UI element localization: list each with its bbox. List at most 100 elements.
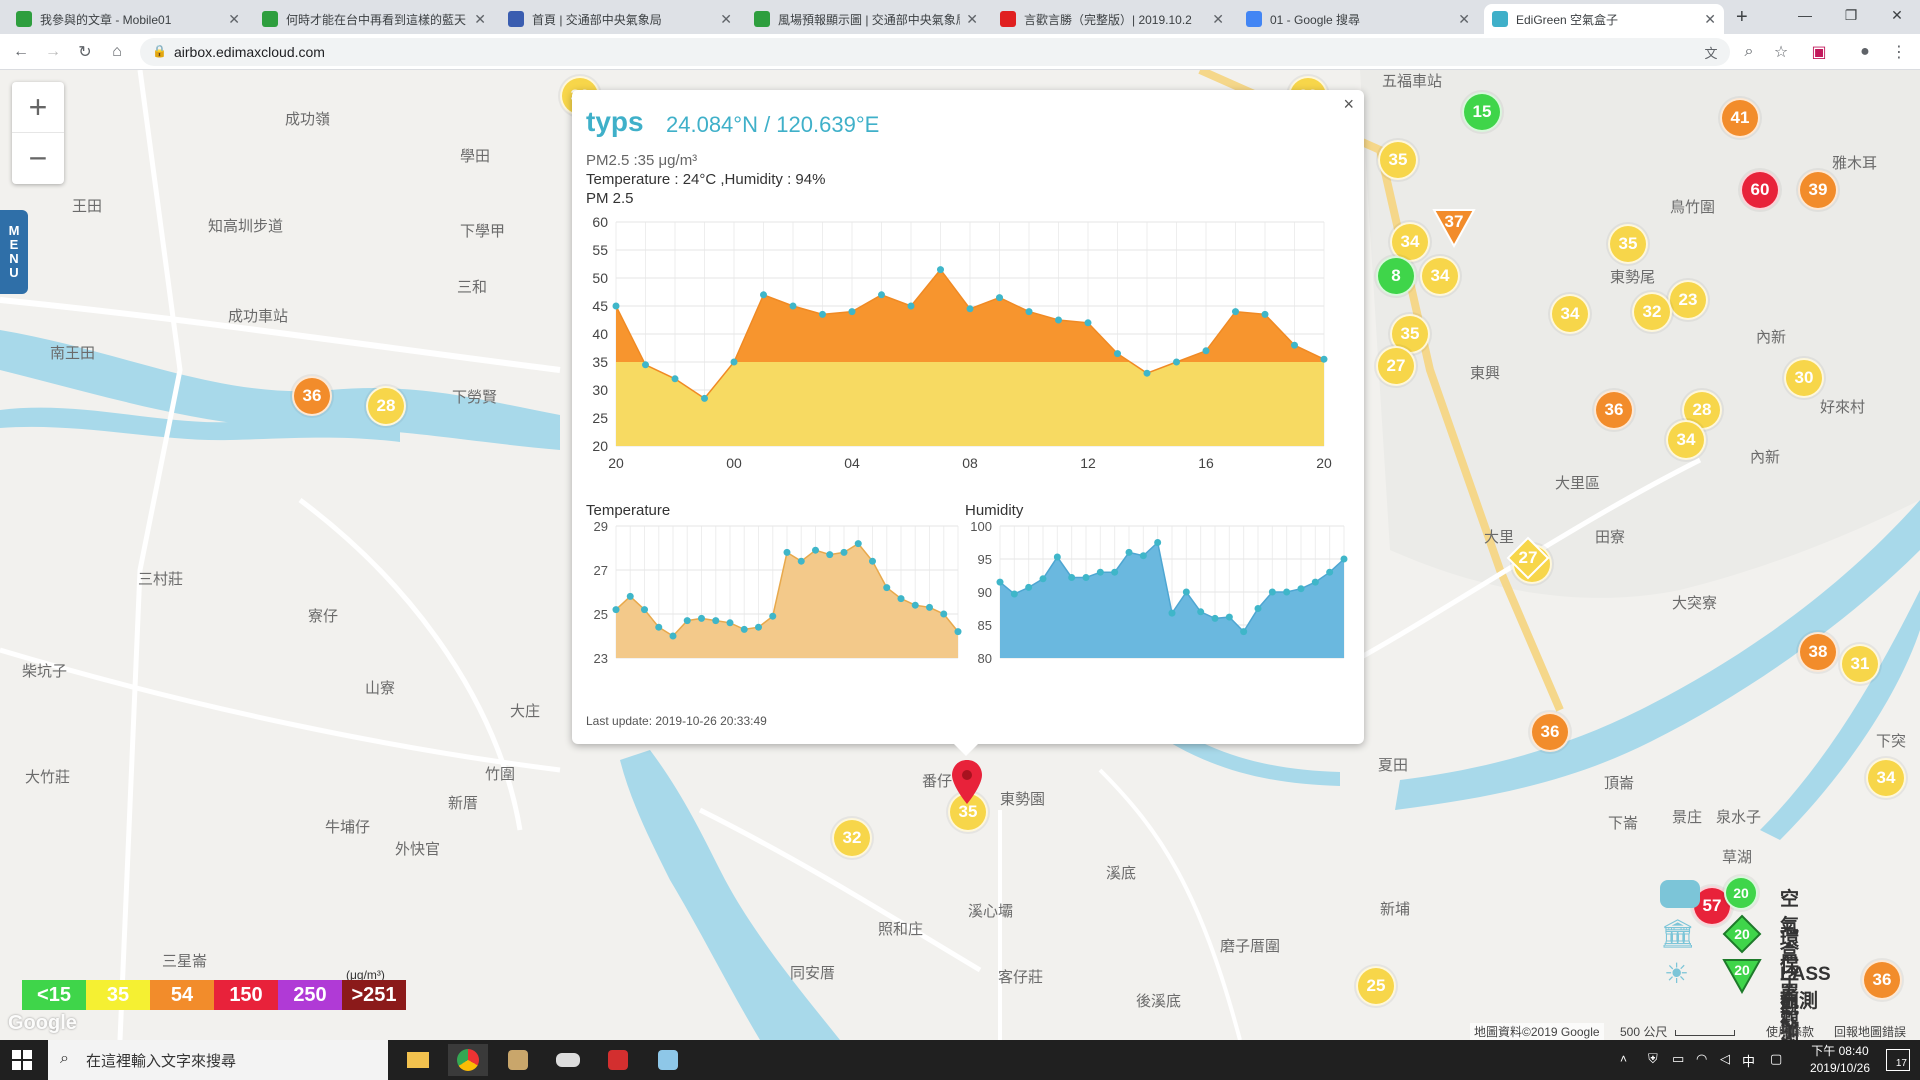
data-point[interactable] xyxy=(1254,605,1262,612)
more-menu-icon[interactable]: ⋮ xyxy=(1888,41,1910,63)
data-point[interactable] xyxy=(789,302,797,310)
airbox-marker[interactable]: 35 xyxy=(1608,224,1648,264)
zoom-icon[interactable]: ⌕ xyxy=(1738,41,1760,63)
data-point[interactable] xyxy=(683,617,691,625)
tab-close-icon[interactable]: ✕ xyxy=(1212,11,1224,28)
file-explorer-icon[interactable] xyxy=(398,1044,438,1076)
airbox-marker[interactable]: 25 xyxy=(1356,966,1396,1006)
airbox-marker[interactable]: 30 xyxy=(1784,358,1824,398)
data-point[interactable] xyxy=(712,617,720,625)
data-point[interactable] xyxy=(819,310,826,318)
data-point[interactable] xyxy=(1326,568,1334,576)
browser-tab[interactable]: 我參與的文章 - Mobile01 ✕ xyxy=(8,4,248,34)
browser-tab[interactable]: 何時才能在台中再看到這樣的藍天 ✕ xyxy=(254,4,494,34)
data-point[interactable] xyxy=(1154,539,1162,546)
tab-close-icon[interactable]: ✕ xyxy=(1704,11,1716,28)
taskbar-search-box[interactable]: ⌕ 在這裡輸入文字來搜尋 xyxy=(48,1040,388,1080)
tray-battery-icon[interactable]: ▭ xyxy=(1672,1051,1684,1067)
bookmark-star-icon[interactable]: ☆ xyxy=(1770,41,1792,63)
data-point[interactable] xyxy=(1211,614,1219,622)
data-point[interactable] xyxy=(669,632,677,640)
translate-icon[interactable]: 文 xyxy=(1700,41,1722,63)
tray-chevron-icon[interactable]: ˄ xyxy=(1620,1052,1627,1066)
data-point[interactable] xyxy=(730,358,738,366)
data-point[interactable] xyxy=(848,308,856,316)
airbox-marker[interactable]: 36 xyxy=(1862,960,1902,1000)
airbox-marker[interactable]: 32 xyxy=(832,818,872,858)
data-point[interactable] xyxy=(698,614,705,622)
data-point[interactable] xyxy=(760,291,767,299)
airbox-marker[interactable]: 34 xyxy=(1420,256,1460,296)
data-point[interactable] xyxy=(996,578,1004,586)
data-point[interactable] xyxy=(869,557,876,565)
map-area[interactable]: 成功嶺 學田 王田 知高圳步道 下學甲 成功車站 三和 南王田 下勞賢 三村莊 寮仔 柴坑子 山寮 大庄大… xyxy=(0,70,1920,1040)
data-point[interactable] xyxy=(1240,628,1248,636)
tray-shield-icon[interactable]: ⛨ xyxy=(1648,1051,1658,1067)
data-point[interactable] xyxy=(769,612,777,620)
data-point[interactable] xyxy=(954,628,962,636)
tab-close-icon[interactable]: ✕ xyxy=(474,11,486,28)
tab-close-icon[interactable]: ✕ xyxy=(720,11,732,28)
data-point[interactable] xyxy=(840,548,848,556)
browser-tab[interactable]: 01 - Google 搜尋 ✕ xyxy=(1238,4,1478,34)
reload-icon[interactable]: ↻ xyxy=(74,41,96,63)
home-icon[interactable]: ⌂ xyxy=(106,41,128,63)
data-point[interactable] xyxy=(1114,350,1121,358)
browser-tab[interactable]: EdiGreen 空氣盒子 ✕ xyxy=(1484,4,1724,34)
data-point[interactable] xyxy=(966,305,974,313)
data-point[interactable] xyxy=(1111,568,1119,576)
data-point[interactable] xyxy=(612,302,620,310)
data-point[interactable] xyxy=(883,584,891,592)
ime-indicator[interactable]: 中 xyxy=(1742,1051,1755,1070)
epa-diamond-marker[interactable]: 27 xyxy=(1506,536,1550,580)
data-point[interactable] xyxy=(1202,347,1210,355)
data-point[interactable] xyxy=(911,601,919,609)
app-icon-2[interactable] xyxy=(548,1044,588,1076)
data-point[interactable] xyxy=(641,606,648,614)
minimize-button[interactable]: — xyxy=(1782,0,1828,30)
data-point[interactable] xyxy=(1082,573,1090,581)
notification-center-icon[interactable]: 17 xyxy=(1886,1049,1910,1071)
data-point[interactable] xyxy=(1139,552,1147,560)
data-point[interactable] xyxy=(726,619,734,627)
data-point[interactable] xyxy=(671,375,679,383)
airbox-marker[interactable]: 60 xyxy=(1740,170,1780,210)
menu-button[interactable]: MENU xyxy=(0,210,28,294)
data-point[interactable] xyxy=(797,557,805,565)
data-point[interactable] xyxy=(1010,590,1018,598)
data-point[interactable] xyxy=(1068,573,1076,581)
data-point[interactable] xyxy=(1025,308,1033,316)
airbox-marker[interactable]: 27 xyxy=(1376,346,1416,386)
data-point[interactable] xyxy=(1055,316,1062,324)
data-point[interactable] xyxy=(642,361,649,369)
data-point[interactable] xyxy=(996,294,1003,302)
data-point[interactable] xyxy=(1283,588,1291,596)
data-point[interactable] xyxy=(1311,578,1319,586)
app-icon-1[interactable] xyxy=(498,1044,538,1076)
data-point[interactable] xyxy=(1025,583,1033,591)
terms-link[interactable]: 使用條款 xyxy=(1766,1023,1814,1040)
popup-close-button[interactable]: × xyxy=(1343,94,1354,115)
data-point[interactable] xyxy=(1084,319,1092,327)
data-point[interactable] xyxy=(1268,588,1276,596)
browser-tab[interactable]: 首頁 | 交通部中央氣象局 ✕ xyxy=(500,4,740,34)
data-point[interactable] xyxy=(937,266,944,274)
tray-wifi-icon[interactable]: ◠ xyxy=(1696,1051,1707,1067)
data-point[interactable] xyxy=(897,595,905,603)
data-point[interactable] xyxy=(1340,555,1348,563)
extension-icon[interactable]: ▣ xyxy=(1808,41,1830,63)
data-point[interactable] xyxy=(1261,310,1269,318)
airbox-marker[interactable]: 38 xyxy=(1798,632,1838,672)
profile-icon[interactable]: ● xyxy=(1854,41,1876,63)
airbox-marker[interactable]: 36 xyxy=(1530,712,1570,752)
data-point[interactable] xyxy=(926,603,933,611)
chrome-icon[interactable] xyxy=(448,1044,488,1076)
browser-tab[interactable]: 言歡言勝（完整版）| 2019.10.2 ✕ xyxy=(992,4,1232,34)
airbox-marker[interactable]: 34 xyxy=(1866,758,1906,798)
data-point[interactable] xyxy=(1096,568,1104,576)
airbox-marker[interactable]: 36 xyxy=(292,376,332,416)
airbox-marker[interactable]: 34 xyxy=(1550,294,1590,334)
data-point[interactable] xyxy=(701,394,708,402)
airbox-marker[interactable]: 39 xyxy=(1798,170,1838,210)
data-point[interactable] xyxy=(1297,585,1305,593)
